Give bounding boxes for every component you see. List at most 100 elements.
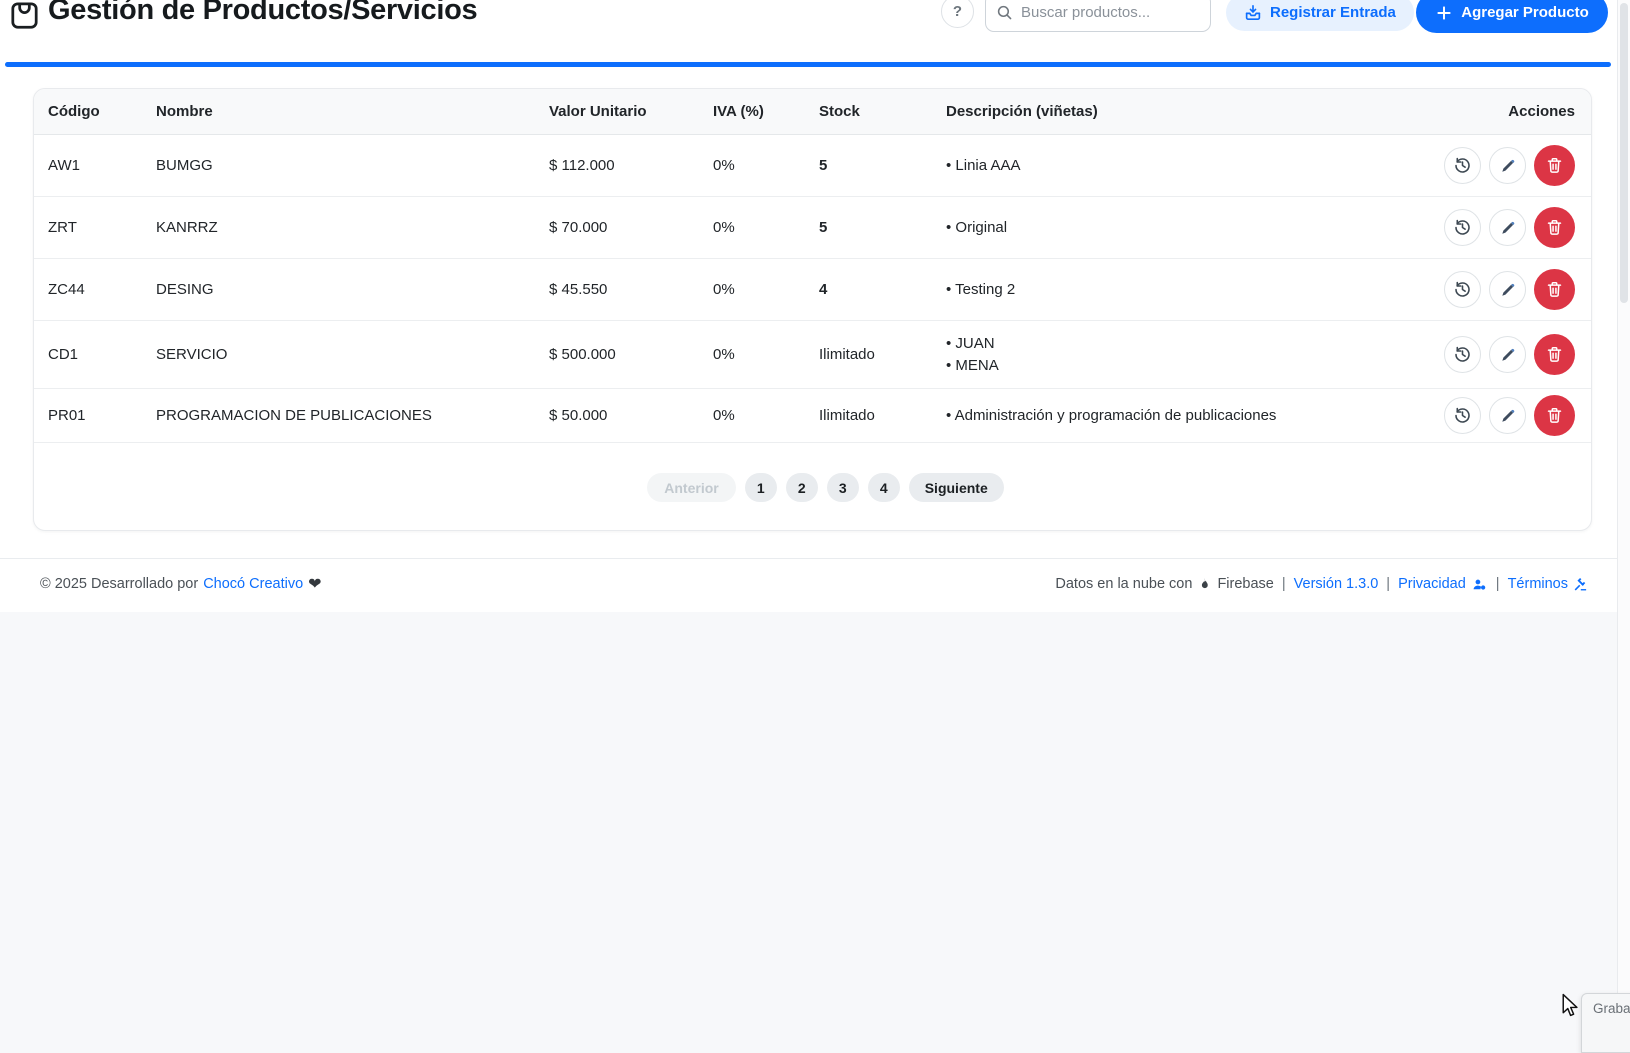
cell-stock: 5 [819,219,946,236]
table-row: AW1 BUMGG $ 112.000 0% 5 • Linia AAA [34,135,1591,197]
table-row: CD1 SERVICIO $ 500.000 0% Ilimitado • JU… [34,321,1591,389]
edit-button[interactable] [1489,397,1526,434]
trash-icon [1545,406,1564,425]
pagination-page-3[interactable]: 3 [827,473,859,502]
copyright-text: © 2025 Desarrollado por [40,576,198,592]
cell-nombre: PROGRAMACION DE PUBLICACIONES [156,407,549,424]
edit-button[interactable] [1489,147,1526,184]
box-arrow-in-down-icon [1244,4,1262,22]
cell-iva: 0% [713,346,819,363]
edit-button[interactable] [1489,271,1526,308]
plus-icon [1435,4,1453,22]
edit-button[interactable] [1489,209,1526,246]
descripcion-line: • Administración y programación de publi… [946,405,1411,427]
version-link[interactable]: Versión 1.3.0 [1294,576,1379,592]
choco-creativo-link[interactable]: Chocó Creativo [203,576,303,592]
pagination-next-button[interactable]: Siguiente [909,473,1004,502]
column-header-descripcion: Descripción (viñetas) [946,101,1411,123]
descripcion-line: • JUAN [946,333,1411,355]
trash-icon [1545,280,1564,299]
cell-iva: 0% [713,219,819,236]
cell-codigo: CD1 [34,346,156,363]
separator: | [1493,576,1503,592]
cell-stock: 4 [819,281,946,298]
products-table-card: Código Nombre Valor Unitario IVA (%) Sto… [33,88,1592,531]
search-icon [996,4,1013,21]
footer-copyright: © 2025 Desarrollado por Chocó Creativo ❤ [40,574,322,594]
search-input[interactable] [1021,4,1200,21]
footer: © 2025 Desarrollado por Chocó Creativo ❤… [0,558,1630,594]
trash-icon [1545,345,1564,364]
cell-codigo: ZRT [34,219,156,236]
privacy-link[interactable]: Privacidad [1398,576,1466,592]
help-button[interactable]: ? [941,0,974,28]
delete-button[interactable] [1534,269,1575,310]
cell-codigo: PR01 [34,407,156,424]
cell-actions [1411,145,1591,186]
register-entry-label: Registrar Entrada [1270,4,1396,21]
register-entry-button[interactable]: Registrar Entrada [1226,0,1414,31]
vertical-scrollbar[interactable] [1617,0,1630,1026]
cell-valor: $ 500.000 [549,346,713,363]
user-privacy-icon [1471,577,1488,592]
table-row: ZRT KANRRZ $ 70.000 0% 5 • Original [34,197,1591,259]
terms-link[interactable]: Términos [1508,576,1568,592]
cell-actions [1411,269,1591,310]
search-box[interactable] [985,0,1211,32]
pencil-icon [1499,346,1517,364]
descripcion-line: • Linia AAA [946,155,1411,177]
separator: | [1383,576,1393,592]
history-button[interactable] [1444,397,1481,434]
firebase-text: Firebase [1217,576,1273,592]
cell-stock: 5 [819,157,946,174]
help-icon: ? [953,3,962,20]
descripcion-line: • Testing 2 [946,279,1411,301]
content-sheet: Gestión de Productos/Servicios ? Registr… [0,0,1630,612]
history-icon [1453,406,1472,425]
pencil-icon [1499,407,1517,425]
delete-button[interactable] [1534,207,1575,248]
history-button[interactable] [1444,336,1481,373]
pagination-prev-button[interactable]: Anterior [647,473,735,502]
cell-descripcion: • Linia AAA [946,155,1411,177]
cell-valor: $ 112.000 [549,157,713,174]
tooltip-label: Grabar [1593,1001,1630,1016]
pencil-icon [1499,219,1517,237]
heart-icon: ❤ [308,574,321,594]
history-button[interactable] [1444,147,1481,184]
add-product-button[interactable]: Agregar Producto [1416,0,1608,33]
edit-button[interactable] [1489,336,1526,373]
delete-button[interactable] [1534,145,1575,186]
cell-codigo: AW1 [34,157,156,174]
delete-button[interactable] [1534,334,1575,375]
history-icon [1453,280,1472,299]
pagination: Anterior 1 2 3 4 Siguiente [60,443,1591,530]
column-header-acciones: Acciones [1411,103,1591,120]
cell-codigo: ZC44 [34,281,156,298]
history-button[interactable] [1444,271,1481,308]
pagination-page-4[interactable]: 4 [868,473,900,502]
descripcion-line: • MENA [946,355,1411,377]
cell-nombre: KANRRZ [156,219,549,236]
shopping-bag-icon [8,0,41,32]
trash-icon [1545,156,1564,175]
cell-descripcion: • Testing 2 [946,279,1411,301]
column-header-codigo: Código [34,103,156,120]
cell-stock: Ilimitado [819,346,946,363]
pencil-icon [1499,281,1517,299]
cloud-text: Datos en la nube con [1055,576,1192,592]
pagination-page-1[interactable]: 1 [745,473,777,502]
cell-valor: $ 70.000 [549,219,713,236]
delete-button[interactable] [1534,395,1575,436]
cell-valor: $ 45.550 [549,281,713,298]
history-button[interactable] [1444,209,1481,246]
cell-valor: $ 50.000 [549,407,713,424]
table-header-row: Código Nombre Valor Unitario IVA (%) Sto… [34,89,1591,135]
gavel-icon [1573,577,1588,592]
scrollbar-thumb[interactable] [1620,3,1628,303]
table-row: PR01 PROGRAMACION DE PUBLICACIONES $ 50.… [34,389,1591,443]
pagination-page-2[interactable]: 2 [786,473,818,502]
descripcion-line: • Original [946,217,1411,239]
table-row: ZC44 DESING $ 45.550 0% 4 • Testing 2 [34,259,1591,321]
add-product-label: Agregar Producto [1461,4,1589,21]
